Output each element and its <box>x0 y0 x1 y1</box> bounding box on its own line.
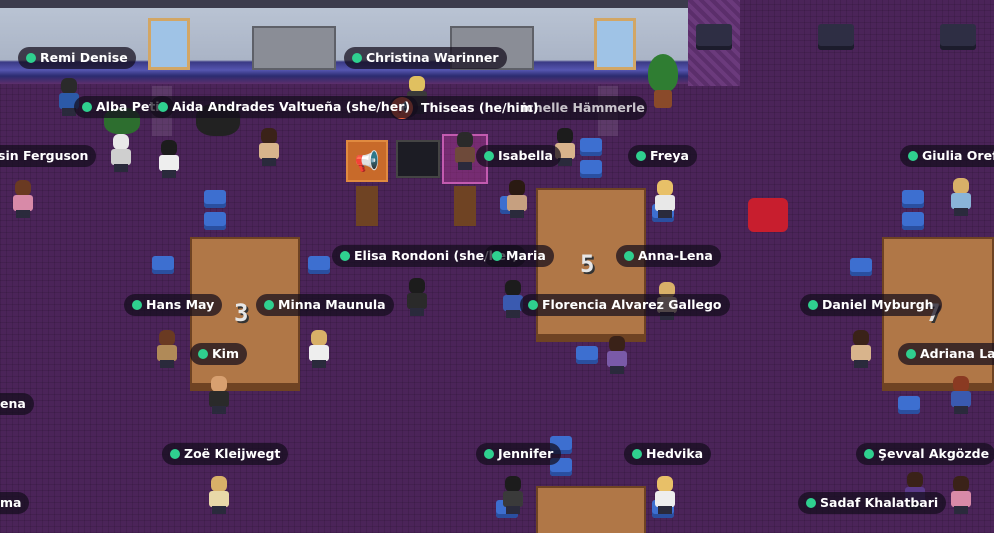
avatar[interactable] <box>206 376 232 414</box>
online-status-icon <box>484 151 494 161</box>
online-status-icon <box>528 300 538 310</box>
participant-name-tag[interactable]: Zoë Kleijwegt <box>162 443 289 465</box>
online-status-icon <box>906 349 916 359</box>
avatar[interactable] <box>652 476 678 514</box>
avatar[interactable] <box>948 178 974 216</box>
avatar[interactable] <box>256 128 282 166</box>
participant-name-tag[interactable]: ena <box>0 393 34 415</box>
wall-top <box>0 0 688 8</box>
avatar[interactable] <box>948 376 974 414</box>
online-status-icon <box>624 251 634 261</box>
chair[interactable] <box>818 24 854 50</box>
avatar[interactable] <box>504 180 530 218</box>
online-status-icon <box>264 300 274 310</box>
avatar[interactable] <box>948 476 974 514</box>
participant-name-tag[interactable]: Giulia Orefi <box>900 145 994 167</box>
online-status-icon <box>170 449 180 459</box>
window <box>148 18 190 70</box>
participant-name-tag[interactable]: Hans May <box>124 294 223 316</box>
chair[interactable] <box>898 396 920 414</box>
tv-screen[interactable] <box>396 140 440 178</box>
avatar[interactable] <box>156 140 182 178</box>
online-status-icon <box>26 53 36 63</box>
avatar[interactable] <box>10 180 36 218</box>
online-status-icon <box>632 449 642 459</box>
participant-name-tag[interactable]: Şevval Akgözde <box>856 443 994 465</box>
participant-name-tag[interactable]: Kim <box>190 343 247 365</box>
table <box>536 486 646 533</box>
speaking-participant-tag[interactable]: 📢 Thiseas (he/him) ichelle Hämmerle <box>389 96 647 120</box>
online-status-icon <box>132 300 142 310</box>
chair[interactable] <box>940 24 976 50</box>
table-number: 5 <box>580 250 595 278</box>
avatar[interactable] <box>108 134 134 172</box>
avatar[interactable] <box>154 330 180 368</box>
overlapped-name: ichelle Hämmerle <box>522 100 645 115</box>
avatar[interactable] <box>306 330 332 368</box>
participant-name-tag[interactable]: ma <box>0 492 30 514</box>
participant-name-tag[interactable]: Hedvika <box>624 443 712 465</box>
classroom-wall <box>0 0 688 84</box>
online-status-icon <box>198 349 208 359</box>
online-status-icon <box>492 251 502 261</box>
online-status-icon <box>864 449 874 459</box>
avatar[interactable] <box>452 132 478 170</box>
online-status-icon <box>806 498 816 508</box>
participant-name-tag[interactable]: Freya <box>628 145 697 167</box>
participant-name-tag[interactable]: sin Ferguson <box>0 145 97 167</box>
online-status-icon <box>82 102 92 112</box>
avatar[interactable] <box>848 330 874 368</box>
potted-plant <box>640 54 686 110</box>
avatar[interactable] <box>206 476 232 514</box>
participant-name-tag[interactable]: Minna Maunula <box>256 294 394 316</box>
avatar[interactable] <box>500 476 526 514</box>
participant-name-tag[interactable]: Florencia Alvarez Gallego <box>520 294 730 316</box>
participant-name-tag[interactable]: Sadaf Khalatbari <box>798 492 947 514</box>
online-status-icon <box>352 53 362 63</box>
chair[interactable] <box>580 160 602 178</box>
chair[interactable] <box>902 190 924 208</box>
red-scooter <box>748 198 788 232</box>
participant-name-tag[interactable]: Anna-Lena <box>616 245 721 267</box>
online-status-icon <box>808 300 818 310</box>
lectern <box>356 186 378 226</box>
participant-name-tag[interactable]: Isabella <box>476 145 561 167</box>
participant-name-tag[interactable]: Maria <box>484 245 554 267</box>
online-status-icon <box>158 102 168 112</box>
online-status-icon <box>908 151 918 161</box>
speaker-name: Thiseas (he/him) <box>421 100 539 115</box>
chair[interactable] <box>850 258 872 276</box>
chair[interactable] <box>308 256 330 274</box>
online-status-icon <box>340 251 350 261</box>
participant-name-tag[interactable]: Adriana Lato <box>898 343 994 365</box>
chair[interactable] <box>580 138 602 156</box>
participant-name-tag[interactable]: Remi Denise <box>18 47 136 69</box>
window <box>594 18 636 70</box>
avatar[interactable] <box>604 336 630 374</box>
participant-name-tag[interactable]: Aida Andrades Valtueña (she/her) <box>150 96 419 118</box>
lectern <box>454 186 476 226</box>
chair[interactable] <box>696 24 732 50</box>
chair[interactable] <box>204 190 226 208</box>
chair[interactable] <box>204 212 226 230</box>
avatar[interactable] <box>652 180 678 218</box>
online-status-icon <box>636 151 646 161</box>
chair[interactable] <box>902 212 924 230</box>
whiteboard[interactable] <box>252 26 336 70</box>
table-number: 3 <box>234 299 249 327</box>
chair[interactable] <box>152 256 174 274</box>
participant-name-tag[interactable]: Daniel Myburgh <box>800 294 942 316</box>
game-map[interactable]: 📢 3 5 7 <box>0 0 994 533</box>
megaphone-tile-icon[interactable]: 📢 <box>346 140 388 182</box>
avatar[interactable] <box>404 278 430 316</box>
participant-name-tag[interactable]: Jennifer <box>476 443 562 465</box>
chair[interactable] <box>576 346 598 364</box>
participant-name-tag[interactable]: Christina Warinner <box>344 47 507 69</box>
online-status-icon <box>484 449 494 459</box>
